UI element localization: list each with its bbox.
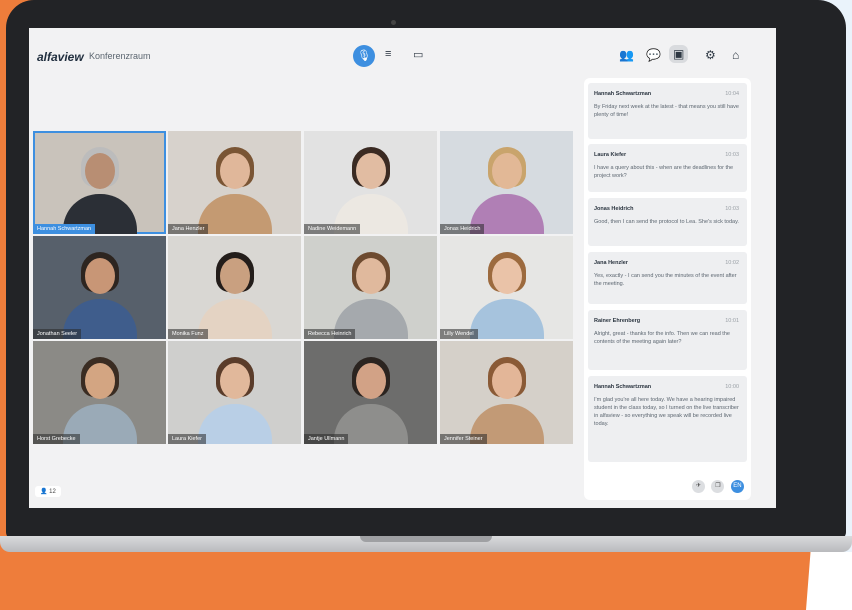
screen-share-button[interactable]: ▭: [413, 48, 423, 61]
home-button[interactable]: ⌂: [732, 48, 739, 62]
participant-face: [491, 363, 522, 399]
participant-body: [469, 299, 544, 339]
message-text: By Friday next week at the latest - that…: [594, 104, 739, 118]
video-tile[interactable]: Rebecca Heinrich: [304, 236, 437, 339]
chat-message: Laura Kiefer 10:03 I have a query about th…: [588, 144, 747, 192]
message-text: Good, then I can send the protocol to Le…: [594, 219, 739, 225]
chat-panel: Hannah Schwartzman 10:04 By Friday next we…: [584, 78, 751, 500]
video-tile[interactable]: Laura Kiefer: [168, 341, 301, 444]
gear-icon: ⚙: [705, 48, 716, 62]
message-time: 10:02: [725, 260, 739, 266]
participant-name: Nadine Weidemann: [304, 224, 361, 234]
participant-face: [219, 153, 250, 189]
video-tile[interactable]: Nadine Weidemann: [304, 131, 437, 234]
message-time: 10:03: [725, 206, 739, 212]
participant-face: [491, 153, 522, 189]
message-text: I have a query about this - when are the…: [594, 165, 734, 179]
chat-message: Jonas Heidrich 10:03 Good, then I can send…: [588, 198, 747, 246]
message-author: Jana Henzler: [594, 260, 628, 266]
chat-button[interactable]: 💬: [646, 48, 661, 62]
app-window: alfaview Konferenzraum 🎙 ≡ ▭ 👥 💬 ▣ ⚙ ⌂ H…: [29, 28, 776, 508]
participant-name: Jana Henzler: [168, 224, 209, 234]
top-bar: alfaview Konferenzraum 🎙 ≡ ▭ 👥 💬 ▣ ⚙ ⌂: [29, 28, 776, 72]
notes-icon: ≡: [385, 48, 392, 60]
participant-face: [355, 363, 386, 399]
side-panel-button[interactable]: ▣: [669, 45, 689, 63]
participants-button[interactable]: 👥: [619, 48, 634, 62]
video-tile[interactable]: Jonathan Seeler: [33, 236, 166, 339]
participant-face: [355, 258, 386, 294]
participant-face: [84, 153, 115, 189]
laptop-frame: alfaview Konferenzraum 🎙 ≡ ▭ 👥 💬 ▣ ⚙ ⌂ H…: [6, 0, 846, 540]
room-name: Konferenzraum: [89, 51, 151, 61]
participant-name: Jantje Ullmann: [304, 434, 349, 444]
participant-name: Rebecca Heinrich: [304, 329, 356, 339]
screen-share-icon: ▭: [413, 49, 424, 61]
chat-message: Hannah Schwartzman 10:04 By Friday next we…: [588, 83, 747, 139]
message-author: Hannah Schwartzman: [594, 384, 652, 390]
video-tile[interactable]: Jonas Heidrich: [440, 131, 573, 234]
microphone-button[interactable]: 🎙: [353, 45, 375, 67]
participants-icon: 👥: [619, 48, 634, 62]
send-button[interactable]: ✈: [692, 480, 705, 493]
participant-face: [355, 153, 386, 189]
settings-button[interactable]: ⚙: [705, 48, 716, 62]
video-tile[interactable]: Lilly Wendel: [440, 236, 573, 339]
participant-name: Jonathan Seeler: [33, 329, 82, 339]
participant-body: [197, 299, 272, 339]
message-author: Laura Kiefer: [594, 152, 627, 158]
video-tile[interactable]: Jantje Ullmann: [304, 341, 437, 444]
participant-face: [491, 258, 522, 294]
participant-body: [197, 194, 272, 234]
message-text: I'm glad you're all here today. We have …: [594, 397, 739, 427]
message-author: Jonas Heidrich: [594, 206, 634, 212]
participant-name: Monika Funz: [168, 329, 208, 339]
video-tile[interactable]: Horst Grebecke: [33, 341, 166, 444]
copy-button[interactable]: ❐: [711, 480, 725, 493]
language-button[interactable]: EN: [730, 480, 744, 493]
participant-name: Jennifer Steiner: [440, 434, 487, 444]
message-time: 10:00: [725, 384, 739, 390]
participant-face: [84, 258, 115, 294]
chat-actions: ✈ ❐ EN: [692, 474, 746, 493]
participant-name: Laura Kiefer: [168, 434, 206, 444]
participant-face: [219, 363, 250, 399]
notes-button[interactable]: ≡: [385, 48, 391, 60]
home-icon: ⌂: [732, 48, 740, 62]
participant-face: [219, 258, 250, 294]
message-text: Yes, exactly - I can send you the minute…: [594, 273, 737, 287]
video-tile[interactable]: Monika Funz: [168, 236, 301, 339]
video-tile[interactable]: Jennifer Steiner: [440, 341, 573, 444]
copy-icon: ❐: [715, 483, 721, 489]
chat-message: Rainer Ehrenberg 10:01 Alright, great - th…: [588, 310, 747, 370]
person-icon: 👤: [40, 489, 48, 495]
laptop-notch: [360, 536, 492, 542]
video-tile[interactable]: Hannah Schwartzman: [33, 131, 166, 234]
video-tile[interactable]: Jana Henzler: [168, 131, 301, 234]
microphone-icon: 🎙: [357, 50, 371, 62]
side-panel-icon: ▣: [673, 47, 685, 61]
participant-name: Jonas Heidrich: [440, 224, 485, 234]
message-text: Alright, great - thanks for the info. Th…: [594, 331, 730, 345]
send-icon: ✈: [695, 483, 702, 489]
message-author: Hannah Schwartzman: [594, 91, 652, 97]
participant-name: Hannah Schwartzman: [33, 224, 96, 234]
chat-icon: 💬: [646, 48, 661, 62]
participant-count-value: 12: [49, 489, 56, 495]
app-logo: alfaview: [37, 50, 84, 64]
chat-message: Jana Henzler 10:02 Yes, exactly - I can se…: [588, 252, 747, 304]
camera-dot: [391, 20, 396, 25]
participant-body: [197, 404, 272, 444]
participant-name: Lilly Wendel: [440, 329, 478, 339]
message-time: 10:03: [725, 152, 739, 158]
participant-face: [84, 363, 115, 399]
message-time: 10:01: [725, 318, 739, 324]
chat-message: Hannah Schwartzman 10:00 I'm glad you're a…: [588, 376, 747, 462]
message-author: Rainer Ehrenberg: [594, 318, 641, 324]
message-time: 10:04: [725, 91, 739, 97]
participant-count[interactable]: 👤 12: [35, 486, 61, 497]
participant-name: Horst Grebecke: [33, 434, 80, 444]
